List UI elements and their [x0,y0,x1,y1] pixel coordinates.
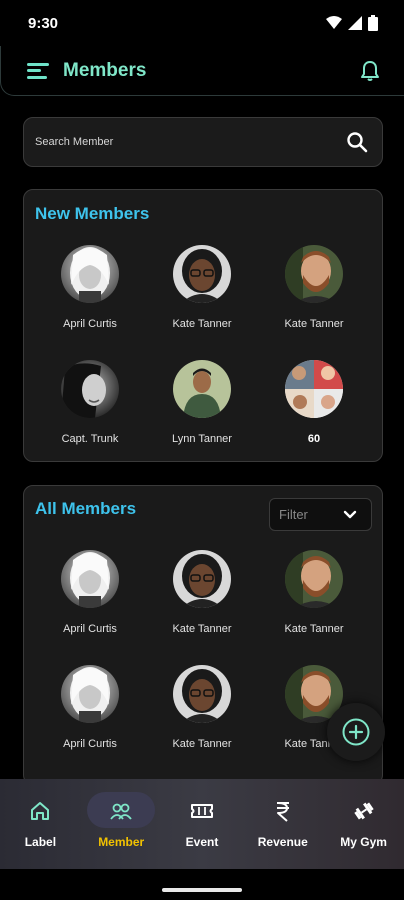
man-green-background-avatar [173,360,231,418]
members-icon [110,803,132,820]
nav-item-label[interactable]: Label [0,779,81,869]
add-member-button[interactable] [327,703,385,761]
search-icon[interactable] [346,131,368,153]
page-title: Members [63,59,147,81]
woman-portrait-bw-avatar [61,360,119,418]
member-name: Kate Tanner [172,738,232,750]
status-bar: 9:30 [0,0,404,46]
home-indicator[interactable] [162,888,242,892]
bottom-nav: Label Member Event Revenue My Gym [0,779,404,869]
blonde-woman-bw-avatar [61,665,119,723]
member-name: April Curtis [63,623,117,635]
nav-item-my-gym[interactable]: My Gym [323,779,404,869]
nav-item-event[interactable]: Event [162,779,243,869]
plus-circle-icon [342,718,370,746]
member-name: Kate Tanner [172,318,232,330]
bearded-man-avatar [285,550,343,608]
blonde-woman-bw-avatar [61,245,119,303]
member-name: Kate Tanner [172,623,232,635]
member-name: April Curtis [63,318,117,330]
member-item[interactable]: Lynn Tanner [146,360,258,445]
member-name: April Curtis [63,738,117,750]
nav-item-revenue[interactable]: Revenue [242,779,323,869]
filter-dropdown[interactable]: Filter [269,498,372,531]
more-members-count: 60 [307,433,321,445]
search-placeholder: Search Member [35,136,114,148]
all-members-title: All Members [35,499,137,518]
more-members-item[interactable]: 60 [258,360,370,445]
member-item[interactable]: April Curtis [34,550,146,635]
member-item[interactable]: Kate Tanner [146,665,258,750]
member-item[interactable]: Capt. Trunk [34,360,146,445]
member-name: Lynn Tanner [172,433,232,445]
menu-icon[interactable] [27,62,49,79]
member-item[interactable]: Kate Tanner [258,550,370,635]
status-time: 9:30 [28,14,59,32]
home-icon [31,802,50,820]
woman-glasses-avatar [173,550,231,608]
bearded-man-avatar [285,245,343,303]
member-item[interactable]: April Curtis [34,245,146,330]
dumbbell-icon [353,802,374,820]
cellular-signal-icon [348,16,362,30]
nav-item-member[interactable]: Member [81,779,162,869]
member-name: Capt. Trunk [61,433,119,445]
nav-label: Label [24,835,57,849]
status-icons [326,15,378,31]
search-input[interactable]: Search Member [23,117,383,167]
rupee-icon [276,802,289,822]
battery-icon [368,15,378,31]
new-members-title: New Members [35,204,150,223]
nav-label: Revenue [257,835,308,849]
nav-label: My Gym [340,835,387,849]
bell-icon[interactable] [358,59,382,83]
member-item[interactable]: April Curtis [34,665,146,750]
nav-label: Member [98,835,145,849]
group-collage-avatar [285,360,343,418]
system-nav-bar [0,869,404,900]
member-item[interactable]: Kate Tanner [146,550,258,635]
new-members-card: New Members April Curtis Kate Tanner Kat… [23,189,383,462]
member-item[interactable]: Kate Tanner [146,245,258,330]
woman-glasses-avatar [173,245,231,303]
blonde-woman-bw-avatar [61,550,119,608]
ticket-icon [190,804,213,818]
app-header: Members [0,46,404,96]
woman-glasses-avatar [173,665,231,723]
member-name: Kate Tanner [284,623,344,635]
wifi-icon [326,16,342,29]
nav-label: Event [185,835,219,849]
member-item[interactable]: Kate Tanner [258,245,370,330]
member-name: Kate Tanner [284,318,344,330]
chevron-down-icon [343,510,357,518]
filter-label: Filter [279,507,308,522]
